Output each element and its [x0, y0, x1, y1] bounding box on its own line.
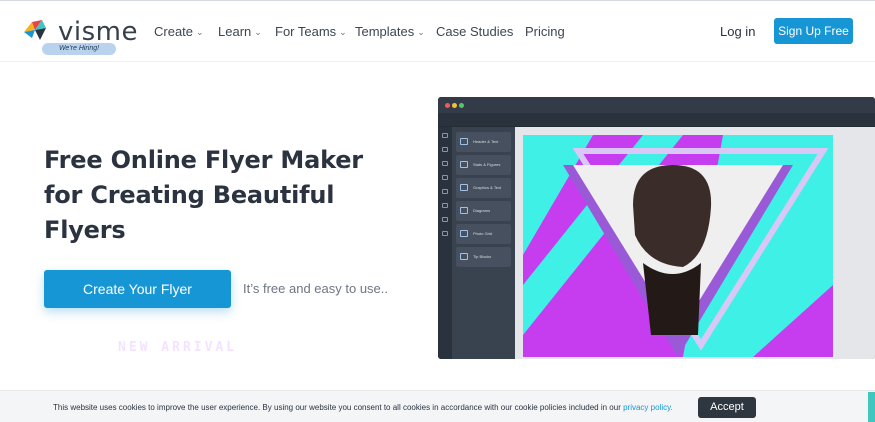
nav-item-create[interactable]: Create ⌄: [154, 23, 204, 41]
hiring-badge[interactable]: We're Hiring!: [42, 43, 116, 55]
nav-item-learn[interactable]: Learn ⌄: [218, 23, 262, 41]
hero-tagline: It’s free and easy to use..: [243, 281, 389, 296]
block-icon: [460, 184, 468, 191]
panel-block-label: Photo Grid: [473, 231, 493, 236]
chevron-down-icon: ⌄: [339, 27, 347, 37]
block-icon: [460, 207, 468, 214]
chevron-down-icon: ⌄: [417, 27, 425, 37]
create-flyer-button[interactable]: Create Your Flyer: [44, 270, 231, 308]
nav-item-case-studies[interactable]: Case Studies: [436, 23, 513, 41]
editor-preview: Header & Text Stats & Figures Graphics &…: [438, 97, 875, 359]
panel-block-label: Tip Blocks: [473, 254, 492, 259]
editor-blocks-panel: Header & Text Stats & Figures Graphics &…: [452, 127, 515, 359]
cookie-message: This website uses cookies to improve the…: [53, 403, 673, 412]
editor-toolbar: [438, 113, 875, 127]
nav-item-for-teams[interactable]: For Teams ⌄: [275, 23, 347, 41]
login-link[interactable]: Log in: [720, 23, 755, 41]
block-icon: [460, 138, 468, 145]
maximize-dot-icon: [459, 103, 464, 108]
block-icon: [460, 253, 468, 260]
hero-title-line: Free Online Flyer Maker: [44, 146, 363, 174]
chat-tab[interactable]: [868, 392, 875, 422]
accept-cookies-button[interactable]: Accept: [698, 397, 756, 418]
visme-logo-icon: [24, 20, 46, 40]
panel-block-label: Graphics & Text: [473, 185, 502, 190]
chevron-down-icon: ⌄: [196, 27, 204, 37]
editor-icon-rail: [438, 127, 452, 359]
flyer-caption: NEW ARRIVAL: [118, 340, 238, 355]
visme-logo[interactable]: visme We're Hiring!: [22, 14, 137, 56]
signup-button[interactable]: Sign Up Free: [774, 18, 853, 44]
panel-block-item: Graphics & Text: [456, 178, 511, 198]
nav-item-label: Case Studies: [436, 24, 514, 39]
nav-item-label: Create: [154, 24, 194, 39]
rail-item-icon: [442, 217, 448, 222]
panel-block-item: Diagrams: [456, 201, 511, 221]
rail-item-icon: [442, 231, 448, 236]
panel-block-label: Stats & Figures: [473, 162, 501, 167]
rail-item-icon: [442, 203, 448, 208]
nav-item-templates[interactable]: Templates ⌄: [355, 23, 425, 41]
window-titlebar: [438, 97, 875, 113]
hero-title: Free Online Flyer Maker for Creating Bea…: [44, 143, 384, 248]
rail-item-icon: [442, 189, 448, 194]
hero-title-line: for Creating Beautiful: [44, 181, 335, 209]
privacy-policy-link[interactable]: privacy policy.: [623, 403, 673, 412]
flyer-canvas: [523, 135, 833, 357]
chevron-down-icon: ⌄: [254, 27, 262, 37]
top-navigation: visme We're Hiring! Create ⌄ Learn ⌄ For T…: [0, 0, 875, 62]
cookie-text: This website uses cookies to improve the…: [53, 403, 621, 412]
block-icon: [460, 230, 468, 237]
panel-block-item: Stats & Figures: [456, 155, 511, 175]
hero-title-line: Flyers: [44, 216, 126, 244]
panel-block-label: Header & Text: [473, 139, 499, 144]
close-dot-icon: [445, 103, 450, 108]
panel-block-label: Diagrams: [473, 208, 491, 213]
rail-item-icon: [442, 133, 448, 138]
nav-item-label: Templates: [355, 24, 415, 39]
nav-item-pricing[interactable]: Pricing: [525, 23, 565, 41]
rail-item-icon: [442, 147, 448, 152]
block-icon: [460, 161, 468, 168]
rail-item-icon: [442, 175, 448, 180]
nav-item-label: Learn: [218, 24, 252, 39]
nav-item-label: For Teams: [275, 24, 337, 39]
panel-block-item: Tip Blocks: [456, 247, 511, 267]
rail-item-icon: [442, 161, 448, 166]
panel-block-item: Photo Grid: [456, 224, 511, 244]
panel-block-item: Header & Text: [456, 132, 511, 152]
nav-item-label: Pricing: [525, 24, 565, 39]
minimize-dot-icon: [452, 103, 457, 108]
